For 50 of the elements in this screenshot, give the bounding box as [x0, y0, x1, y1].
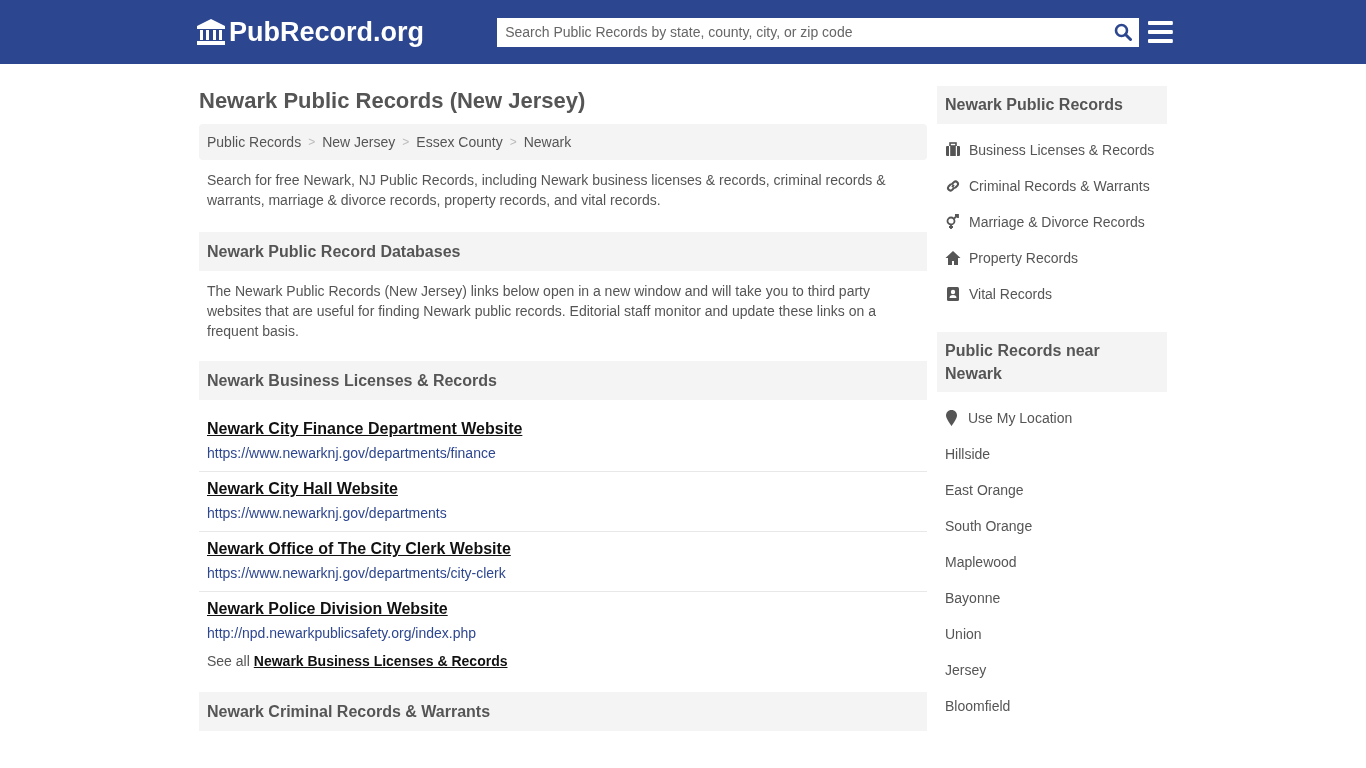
- see-all-label: See all: [207, 652, 250, 671]
- search-field[interactable]: Search Public Records by state, county, city, or zip code: [497, 17, 1140, 47]
- gender-icon: [945, 214, 961, 230]
- record-url[interactable]: https://www.newarknj.gov/departments: [207, 504, 447, 522]
- breadcrumb-separator: >: [402, 134, 410, 151]
- record-url[interactable]: https://www.newarknj.gov/departments/city-clerk: [207, 564, 506, 582]
- record-link[interactable]: Newark City Finance Department Website: [207, 418, 523, 440]
- sidebar-link[interactable]: Marriage & Divorce Records: [937, 204, 1153, 240]
- breadcrumb-link[interactable]: Public Records: [207, 131, 302, 153]
- nearby-link[interactable]: East Orange: [937, 472, 1032, 508]
- search-icon[interactable]: [1114, 22, 1133, 41]
- sidebar-heading: Public Records near Newark: [937, 332, 1167, 392]
- house-icon: [945, 250, 961, 266]
- section-heading: Newark Public Record Databases: [199, 232, 927, 271]
- courthouse-icon: [197, 19, 225, 45]
- menu-icon[interactable]: [1148, 21, 1173, 43]
- link-icon: [945, 178, 961, 194]
- record-link[interactable]: Newark Office of The City Clerk Website: [207, 538, 511, 560]
- section-heading: Newark Business Licenses & Records: [199, 361, 927, 400]
- record-url[interactable]: https://www.newarknj.gov/departments/finance: [207, 444, 496, 462]
- nearby-link[interactable]: Hillside: [937, 436, 999, 472]
- breadcrumb-link[interactable]: New Jersey: [322, 131, 396, 153]
- contact-card-icon: [945, 286, 961, 302]
- record-link[interactable]: Newark Police Division Website: [207, 598, 448, 620]
- nearby-link[interactable]: Bloomfield: [937, 688, 1019, 724]
- breadcrumb-link[interactable]: Essex County: [416, 131, 503, 153]
- site-logo[interactable]: PubRecord.org: [197, 11, 496, 53]
- briefcase-icon: [945, 142, 961, 158]
- sidebar-link[interactable]: Criminal Records & Warrants: [937, 168, 1158, 204]
- sidebar-link[interactable]: Property Records: [937, 240, 1086, 276]
- record-url[interactable]: http://npd.newarkpublicsafety.org/index.php: [207, 624, 477, 642]
- nearby-link[interactable]: Union: [937, 616, 990, 652]
- nearby-link[interactable]: Bayonne: [937, 580, 1009, 616]
- sidebar-heading: Newark Public Records: [937, 86, 1167, 124]
- breadcrumb-separator: >: [509, 134, 517, 151]
- breadcrumb-link[interactable]: Newark: [523, 131, 572, 153]
- sidebar-link[interactable]: Business Licenses & Records: [937, 132, 1163, 168]
- record-link[interactable]: Newark City Hall Website: [207, 478, 398, 500]
- see-all-link[interactable]: Newark Business Licenses & Records: [253, 651, 508, 672]
- nearby-link[interactable]: Jersey: [937, 652, 995, 688]
- page-title: Newark Public Records (New Jersey): [199, 88, 586, 114]
- breadcrumb-separator: >: [308, 134, 316, 151]
- section-heading: Newark Criminal Records & Warrants: [199, 692, 927, 731]
- nearby-link[interactable]: South Orange: [937, 508, 1041, 544]
- nearby-link[interactable]: Maplewood: [937, 544, 1025, 580]
- info-paragraph: The Newark Public Records (New Jersey) links below open in a new window and will take you to third party websites that are useful for finding Newark public records. Editorial staff monitor and update these links on a frequent basis.: [206, 282, 877, 341]
- map-pin-icon: [945, 410, 958, 426]
- sidebar-link[interactable]: Vital Records: [937, 276, 1060, 312]
- intro-paragraph: Search for free Newark, NJ Public Records, including Newark business licenses & records, criminal records & warrants, marriage & divorce records, property records, and vital records.: [206, 171, 887, 210]
- nearby-link[interactable]: Use My Location: [937, 400, 1081, 436]
